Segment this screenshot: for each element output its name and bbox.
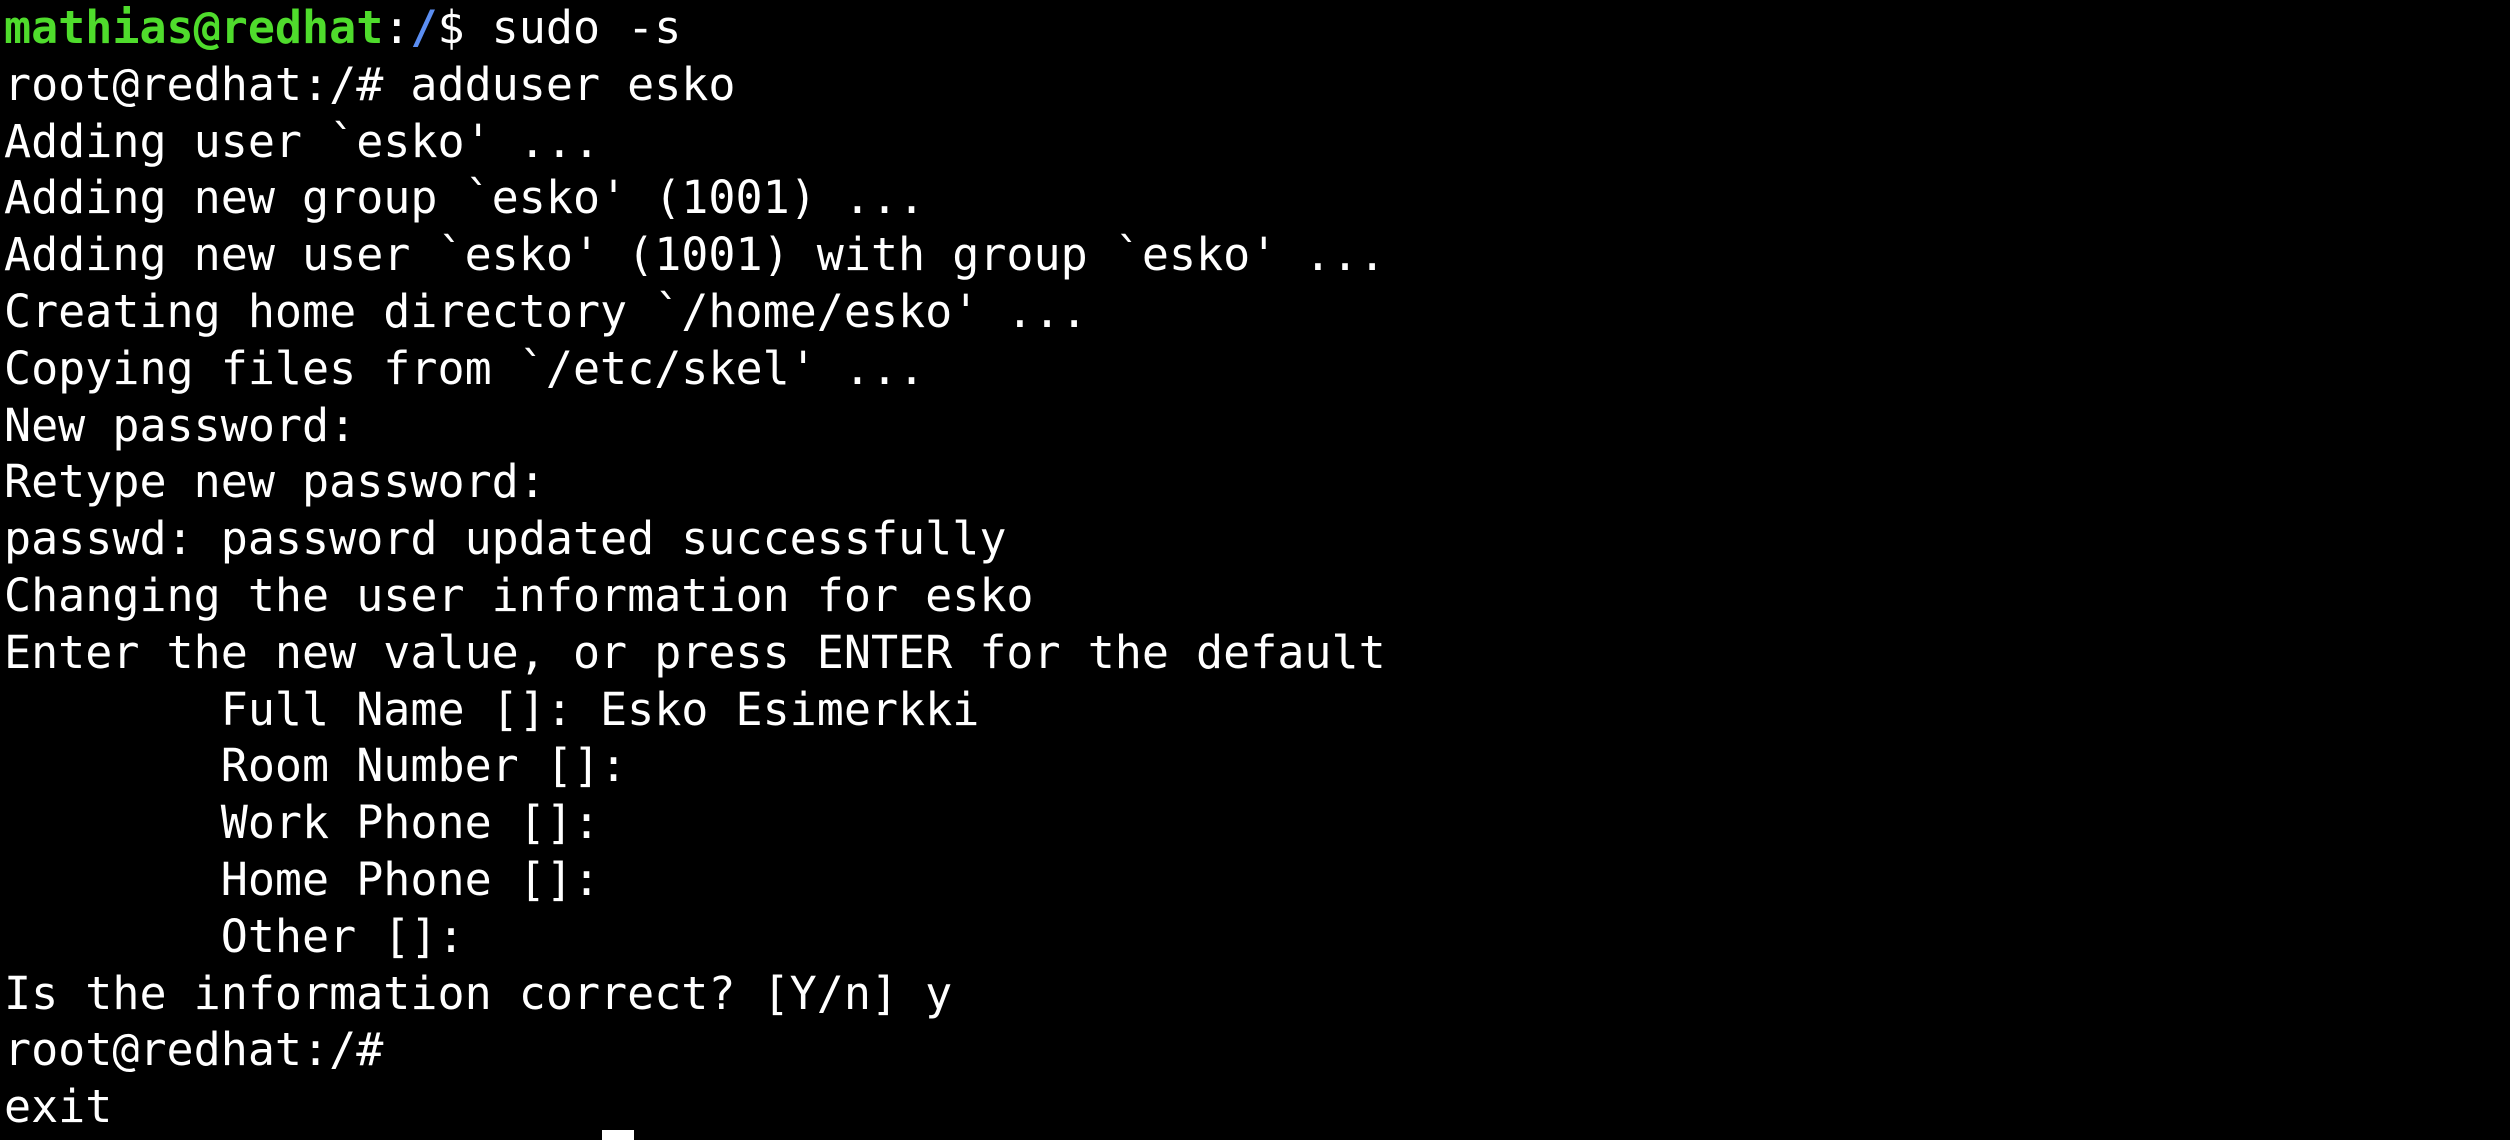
terminal-line: Other []: (4, 909, 465, 963)
terminal-line: root@redhat:/# (4, 1023, 384, 1077)
terminal-line: root@redhat:/# adduser esko (4, 57, 736, 111)
terminal-line: Enter the new value, or press ENTER for … (4, 625, 1386, 679)
terminal-window[interactable]: mathias@redhat:/$ sudo -s root@redhat:/#… (0, 0, 2510, 1140)
typed-command: sudo -s (491, 1, 682, 54)
text-cursor (602, 1130, 634, 1140)
terminal-line-sudo-command: mathias@redhat:/$ sudo -s (4, 0, 681, 57)
terminal-line: Work Phone []: (4, 796, 601, 850)
terminal-line: Adding user `esko' ... (4, 114, 601, 168)
prompt-symbol: $ (437, 1, 492, 54)
terminal-line: Room Number []: (4, 739, 628, 793)
prompt-user-host: mathias@redhat (4, 1, 384, 54)
prompt-path: / (410, 1, 438, 54)
terminal-line: Adding new user `esko' (1001) with group… (4, 228, 1386, 282)
terminal-line: Adding new group `esko' (1001) ... (4, 171, 926, 225)
terminal-line: Is the information correct? [Y/n] y (4, 966, 953, 1020)
prompt-separator: : (383, 1, 411, 54)
terminal-line: Retype new password: (4, 455, 546, 509)
terminal-line: New password: (4, 398, 357, 452)
terminal-line: Home Phone []: (4, 853, 601, 906)
terminal-line: Copying files from `/etc/skel' ... (4, 341, 926, 395)
terminal-line: exit (4, 1080, 113, 1134)
terminal-line: Full Name []: Esko Esimerkki (4, 682, 980, 736)
terminal-line: passwd: password updated successfully (4, 512, 1007, 566)
terminal-line: Creating home directory `/home/esko' ... (4, 285, 1088, 338)
terminal-line: Changing the user information for esko (4, 569, 1034, 622)
